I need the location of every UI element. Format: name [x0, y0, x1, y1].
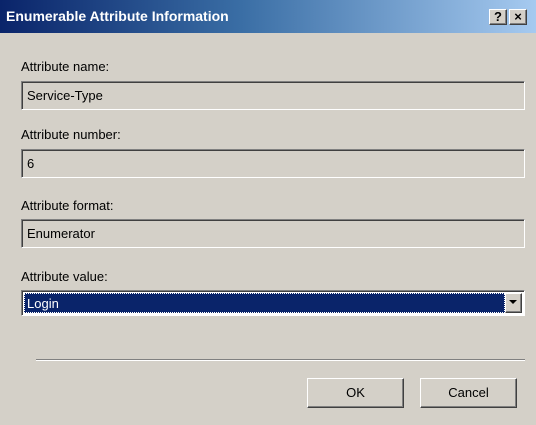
close-button[interactable]: ×: [509, 9, 527, 25]
window-title: Enumerable Attribute Information: [6, 8, 229, 24]
attribute-number-field[interactable]: 6: [21, 149, 525, 178]
chevron-down-icon: [509, 300, 517, 304]
cancel-button[interactable]: Cancel: [420, 378, 517, 408]
help-icon: ?: [494, 9, 502, 24]
attribute-number-label: Attribute number:: [21, 127, 121, 142]
dropdown-selected-value: Login: [27, 296, 59, 311]
attribute-number-value: 6: [27, 156, 35, 171]
title-bar[interactable]: Enumerable Attribute Information ? ×: [0, 0, 536, 33]
attribute-name-field[interactable]: Service-Type: [21, 81, 525, 110]
attribute-format-value: Enumerator: [27, 226, 95, 241]
attribute-name-value: Service-Type: [27, 88, 103, 103]
attribute-format-label: Attribute format:: [21, 198, 114, 213]
dialog-window: Enumerable Attribute Information ? × Att…: [0, 0, 536, 425]
attribute-value-dropdown[interactable]: Login: [21, 290, 525, 316]
attribute-name-label: Attribute name:: [21, 59, 110, 74]
attribute-format-field[interactable]: Enumerator: [21, 219, 525, 248]
close-icon: ×: [514, 9, 522, 24]
separator: [36, 359, 525, 361]
ok-button[interactable]: OK: [307, 378, 404, 408]
help-button[interactable]: ?: [489, 9, 507, 25]
dropdown-arrow-button[interactable]: [505, 293, 522, 313]
attribute-value-label: Attribute value:: [21, 269, 108, 284]
dropdown-selected-item: Login: [24, 293, 505, 313]
